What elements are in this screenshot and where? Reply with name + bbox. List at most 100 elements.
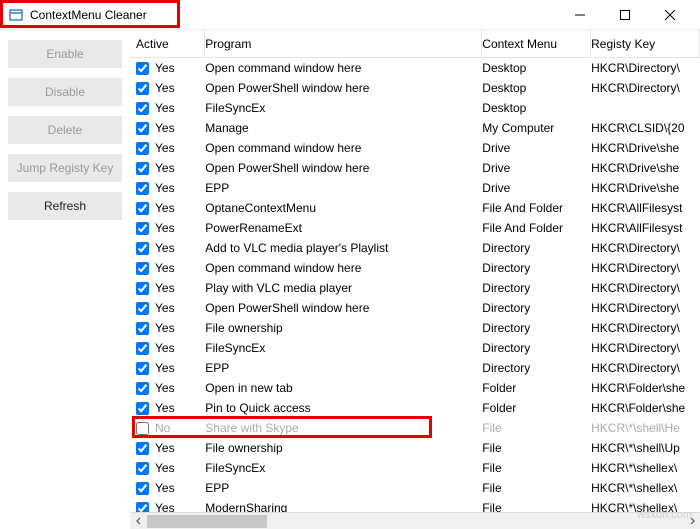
active-checkbox[interactable] xyxy=(136,422,149,435)
active-checkbox[interactable] xyxy=(136,502,149,513)
table-row[interactable]: YesPlay with VLC media playerDirectoryHK… xyxy=(130,278,700,298)
cell-registry: HKCR\Directory\ xyxy=(591,281,700,295)
active-checkbox[interactable] xyxy=(136,122,149,135)
active-checkbox[interactable] xyxy=(136,62,149,75)
enable-button[interactable]: Enable xyxy=(8,40,122,68)
table-row[interactable]: YesPin to Quick accessFolderHKCR\Folder\… xyxy=(130,398,700,418)
horizontal-scrollbar[interactable] xyxy=(130,512,700,529)
cell-program: FileSyncEx xyxy=(205,461,482,475)
active-checkbox[interactable] xyxy=(136,162,149,175)
cell-active: Yes xyxy=(136,281,205,295)
table-row[interactable]: Yes FileSyncExFileHKCR\*\shellex\ xyxy=(130,458,700,478)
active-checkbox[interactable] xyxy=(136,202,149,215)
column-registry[interactable]: Registy Key xyxy=(591,30,700,57)
active-checkbox[interactable] xyxy=(136,382,149,395)
cell-active: Yes xyxy=(136,121,205,135)
table-row[interactable]: YesEPPFileHKCR\*\shellex\ xyxy=(130,478,700,498)
cell-active: Yes xyxy=(136,361,205,375)
active-label: Yes xyxy=(155,261,175,275)
cell-context: Desktop xyxy=(482,61,591,75)
active-checkbox[interactable] xyxy=(136,142,149,155)
active-checkbox[interactable] xyxy=(136,242,149,255)
active-checkbox[interactable] xyxy=(136,102,149,115)
table-row[interactable]: YesManageMy ComputerHKCR\CLSID\{20 xyxy=(130,118,700,138)
active-label: Yes xyxy=(155,241,175,255)
table-row[interactable]: YesEPPDriveHKCR\Drive\she xyxy=(130,178,700,198)
table-row[interactable]: YesOpen command window hereDirectoryHKCR… xyxy=(130,258,700,278)
table-row[interactable]: YesPowerRenameExtFile And FolderHKCR\All… xyxy=(130,218,700,238)
active-checkbox[interactable] xyxy=(136,402,149,415)
cell-program: Open command window here xyxy=(205,61,482,75)
column-context[interactable]: Context Menu xyxy=(482,30,591,57)
active-label: Yes xyxy=(155,441,175,455)
active-label: Yes xyxy=(155,361,175,375)
table-row[interactable]: YesFile ownershipFileHKCR\*\shell\Up xyxy=(130,438,700,458)
cell-registry: HKCR\*\shell\Up xyxy=(591,441,700,455)
scroll-right-arrow-icon[interactable] xyxy=(683,513,700,529)
table-row[interactable]: YesEPPDirectoryHKCR\Directory\ xyxy=(130,358,700,378)
cell-program: OptaneContextMenu xyxy=(205,201,482,215)
scroll-left-arrow-icon[interactable] xyxy=(130,513,147,529)
active-checkbox[interactable] xyxy=(136,342,149,355)
cell-registry: HKCR\AllFilesyst xyxy=(591,221,700,235)
cell-program: ModernSharing xyxy=(205,501,482,512)
cell-context: My Computer xyxy=(482,121,591,135)
table-row[interactable]: Yes FileSyncExDesktop xyxy=(130,98,700,118)
cell-context: Drive xyxy=(482,141,591,155)
refresh-button[interactable]: Refresh xyxy=(8,192,122,220)
cell-context: Directory xyxy=(482,301,591,315)
close-button[interactable] xyxy=(647,0,692,30)
active-label: Yes xyxy=(155,281,175,295)
table-row[interactable]: YesFile ownershipDirectoryHKCR\Directory… xyxy=(130,318,700,338)
table-row[interactable]: YesOpen PowerShell window hereDesktopHKC… xyxy=(130,78,700,98)
table-row[interactable]: NoShare with SkypeFileHKCR\*\shell\He xyxy=(130,418,700,438)
active-checkbox[interactable] xyxy=(136,282,149,295)
column-active[interactable]: Active xyxy=(136,30,205,57)
cell-program: Add to VLC media player's Playlist xyxy=(205,241,482,255)
active-checkbox[interactable] xyxy=(136,442,149,455)
cell-context: Directory xyxy=(482,321,591,335)
active-checkbox[interactable] xyxy=(136,82,149,95)
active-checkbox[interactable] xyxy=(136,262,149,275)
cell-active: Yes xyxy=(136,61,205,75)
active-label: Yes xyxy=(155,301,175,315)
delete-button[interactable]: Delete xyxy=(8,116,122,144)
table-row[interactable]: YesOpen command window hereDriveHKCR\Dri… xyxy=(130,138,700,158)
table-row[interactable]: YesOpen PowerShell window hereDriveHKCR\… xyxy=(130,158,700,178)
column-program[interactable]: Program xyxy=(205,30,482,57)
cell-program: PowerRenameExt xyxy=(205,221,482,235)
disable-button[interactable]: Disable xyxy=(8,78,122,106)
active-label: Yes xyxy=(155,201,175,215)
cell-active: Yes xyxy=(136,481,205,495)
table-row[interactable]: YesOpen in new tabFolderHKCR\Folder\she xyxy=(130,378,700,398)
cell-registry: HKCR\Drive\she xyxy=(591,141,700,155)
cell-program: Open PowerShell window here xyxy=(205,161,482,175)
cell-active: Yes xyxy=(136,161,205,175)
active-checkbox[interactable] xyxy=(136,462,149,475)
active-checkbox[interactable] xyxy=(136,302,149,315)
table-row[interactable]: Yes FileSyncExDirectoryHKCR\Directory\ xyxy=(130,338,700,358)
active-checkbox[interactable] xyxy=(136,482,149,495)
cell-context: File xyxy=(482,501,591,512)
table-row[interactable]: YesOpen command window hereDesktopHKCR\D… xyxy=(130,58,700,78)
table-row[interactable]: YesOptaneContextMenuFile And FolderHKCR\… xyxy=(130,198,700,218)
sidebar: Enable Disable Delete Jump Registy Key R… xyxy=(0,30,130,529)
active-checkbox[interactable] xyxy=(136,182,149,195)
cell-registry: HKCR\AllFilesyst xyxy=(591,201,700,215)
cell-program: Open PowerShell window here xyxy=(205,81,482,95)
maximize-button[interactable] xyxy=(602,0,647,30)
cell-program: EPP xyxy=(205,361,482,375)
jump-registry-key-button[interactable]: Jump Registy Key xyxy=(8,154,122,182)
table-row[interactable]: YesModernSharingFileHKCR\*\shellex\ xyxy=(130,498,700,512)
cell-active: Yes xyxy=(136,461,205,475)
cell-active: Yes xyxy=(136,261,205,275)
table-row[interactable]: YesOpen PowerShell window hereDirectoryH… xyxy=(130,298,700,318)
scroll-thumb[interactable] xyxy=(147,515,267,528)
active-checkbox[interactable] xyxy=(136,222,149,235)
table-row[interactable]: YesAdd to VLC media player's PlaylistDir… xyxy=(130,238,700,258)
scroll-track[interactable] xyxy=(147,513,683,529)
active-checkbox[interactable] xyxy=(136,362,149,375)
cell-active: Yes xyxy=(136,201,205,215)
minimize-button[interactable] xyxy=(557,0,602,30)
active-checkbox[interactable] xyxy=(136,322,149,335)
